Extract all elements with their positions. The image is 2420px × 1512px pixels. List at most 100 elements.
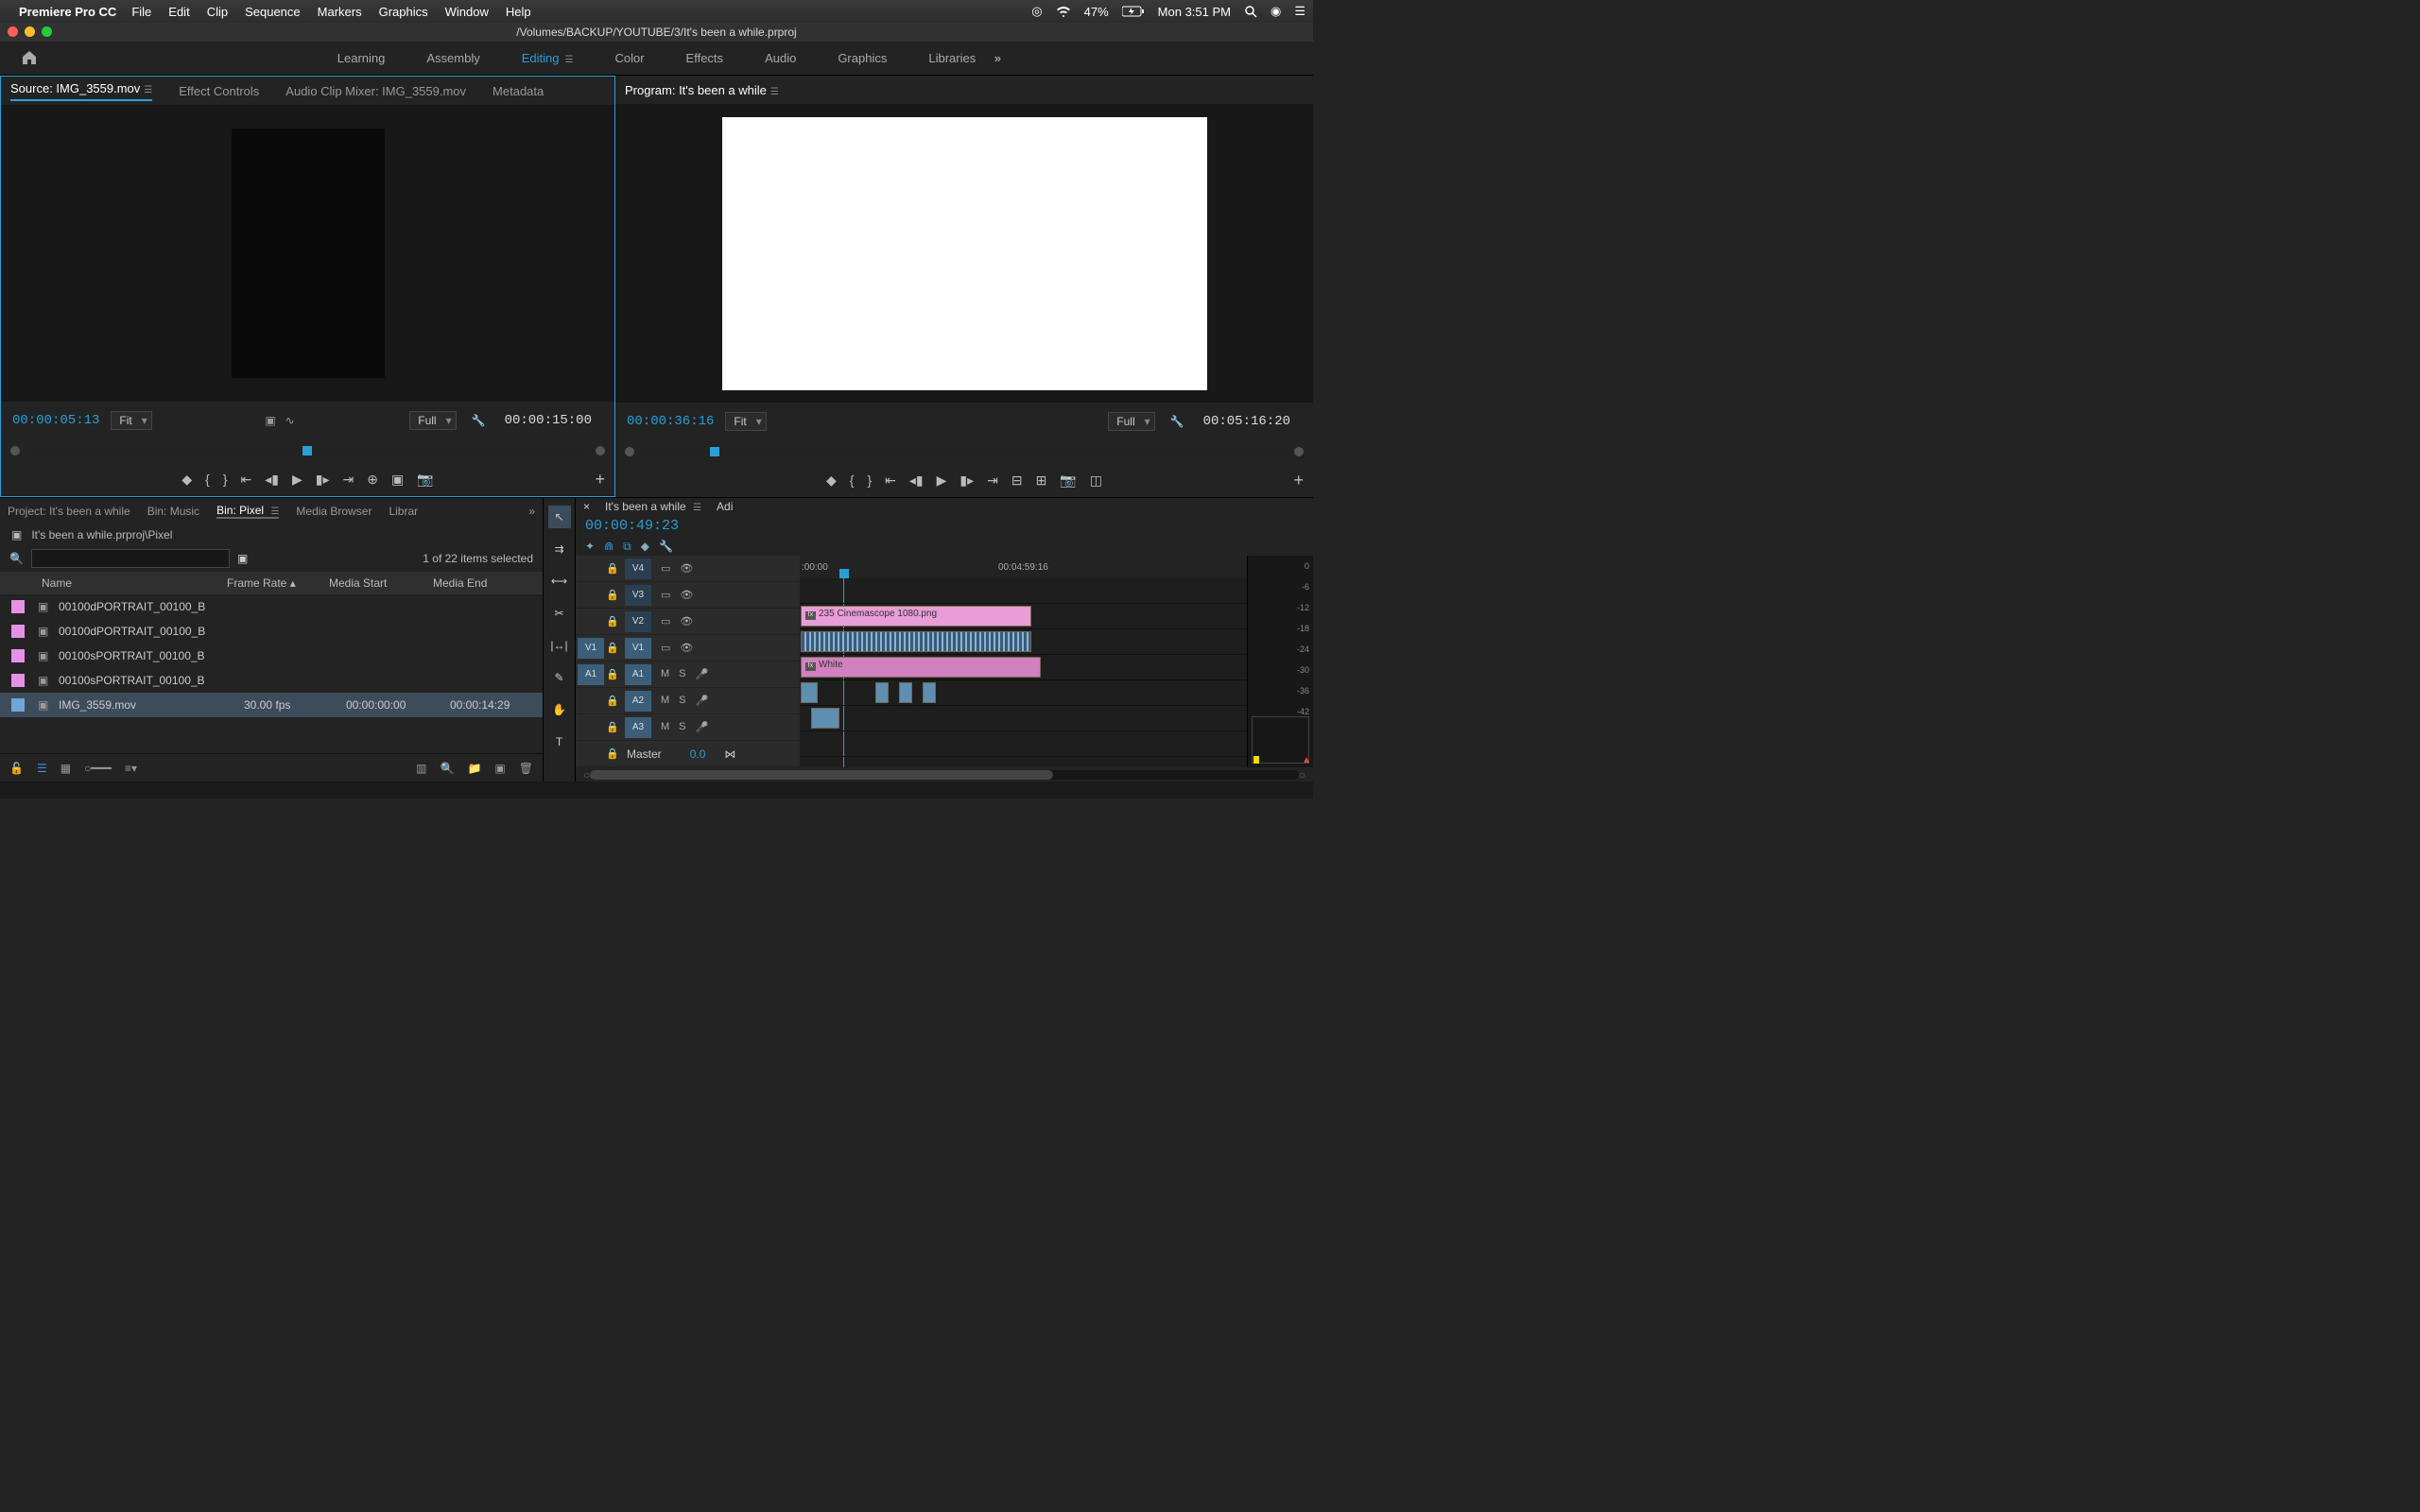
project-row[interactable]: ▣ IMG_3559.mov 30.00 fps 00:00:00:00 00:…	[0, 693, 543, 717]
overwrite-icon[interactable]: ▣	[391, 472, 404, 488]
export-frame-icon[interactable]: 📷	[417, 472, 433, 488]
track-master[interactable]: 🔒Master0.0⋈	[576, 741, 800, 767]
sort-icon[interactable]: ≡▾	[125, 762, 137, 775]
workspace-color[interactable]: Color	[594, 43, 665, 73]
col-mediastart[interactable]: Media Start	[329, 576, 433, 590]
new-bin-icon[interactable]: ▣	[237, 552, 248, 565]
type-tool-icon[interactable]: T	[548, 730, 571, 753]
project-row[interactable]: ▣ 00100sPORTRAIT_00100_B	[0, 644, 543, 668]
menu-edit[interactable]: Edit	[168, 5, 189, 19]
slip-tool-icon[interactable]: |↔|	[548, 634, 571, 657]
workspace-editing[interactable]: Editing☰	[501, 43, 595, 73]
play-icon[interactable]: ▶	[292, 472, 302, 488]
menu-clip[interactable]: Clip	[207, 5, 228, 19]
siri-icon[interactable]: ◉	[1270, 4, 1281, 19]
minimize-window[interactable]	[25, 26, 35, 37]
step-fwd-icon[interactable]: ▮▸	[316, 472, 330, 488]
track-v4[interactable]: 🔒V4▭👁	[576, 556, 800, 582]
clock[interactable]: Mon 3:51 PM	[1158, 5, 1231, 19]
snap-icon[interactable]: ⋒	[604, 540, 614, 554]
clip-a2[interactable]	[811, 708, 839, 729]
menu-help[interactable]: Help	[506, 5, 531, 19]
track-a1[interactable]: A1🔒A1MS🎤	[576, 662, 800, 688]
p-in-icon[interactable]: {	[850, 472, 855, 488]
workspace-overflow[interactable]: »	[994, 51, 1001, 65]
list-view-icon[interactable]: ☰	[37, 762, 47, 775]
scroll-end-right[interactable]: ○	[1299, 768, 1305, 782]
timeline-timecode[interactable]: 00:00:49:23	[585, 518, 679, 534]
source-zoom-dropdown[interactable]: Fit	[111, 411, 151, 430]
menu-file[interactable]: File	[131, 5, 151, 19]
close-window[interactable]	[8, 26, 18, 37]
menu-window[interactable]: Window	[445, 5, 489, 19]
tab-source[interactable]: Source: IMG_3559.mov☰	[10, 81, 152, 101]
project-row[interactable]: ▣ 00100sPORTRAIT_00100_B	[0, 668, 543, 693]
zoom-slider[interactable]: ○━━━	[84, 762, 112, 775]
workspace-menu-icon[interactable]: ☰	[565, 55, 574, 65]
clip-v1[interactable]: fxWhite	[801, 657, 1041, 678]
step-back-icon[interactable]: ◂▮	[265, 472, 279, 488]
drag-video-icon[interactable]: ▣	[265, 414, 275, 427]
track-area[interactable]: :00:00 00:04:59:16 fx235 Cinemascope 108…	[800, 556, 1247, 767]
col-name[interactable]: Name	[11, 576, 227, 590]
auto-seq-icon[interactable]: ▥	[416, 762, 426, 775]
timeline-ruler[interactable]: :00:00 00:04:59:16	[800, 556, 1247, 578]
clip-a1-2[interactable]	[875, 682, 889, 703]
go-in-icon[interactable]: ⇤	[241, 472, 252, 488]
track-v2[interactable]: 🔒V2▭👁	[576, 609, 800, 635]
tab-libraries[interactable]: Librar	[389, 505, 418, 518]
tab-media-browser[interactable]: Media Browser	[296, 505, 372, 518]
tab-project[interactable]: Project: It's been a while	[8, 505, 130, 518]
new-item-icon[interactable]: ▣	[494, 762, 505, 775]
tab-effect-controls[interactable]: Effect Controls	[179, 84, 259, 98]
workspace-graphics[interactable]: Graphics	[817, 43, 908, 73]
program-zoom-dropdown[interactable]: Fit	[725, 412, 766, 431]
nest-icon[interactable]: ✦	[585, 540, 595, 554]
col-mediaend[interactable]: Media End	[433, 576, 509, 590]
track-select-tool-icon[interactable]: ⇉	[548, 538, 571, 560]
sequence-tab[interactable]: It's been a while ☰	[605, 500, 701, 513]
project-overflow-icon[interactable]: »	[528, 505, 535, 518]
bin-up-icon[interactable]: ▣	[11, 528, 22, 541]
icon-view-icon[interactable]: ▦	[60, 762, 71, 775]
p-add-icon[interactable]: +	[1293, 471, 1304, 490]
lock-icon[interactable]: 🔓	[9, 762, 24, 775]
source-settings-icon[interactable]: 🔧	[472, 414, 486, 427]
tab-bin-music[interactable]: Bin: Music	[147, 505, 199, 518]
clip-a1-4[interactable]	[923, 682, 936, 703]
trash-icon[interactable]: 🗑	[519, 762, 533, 775]
razor-tool-icon[interactable]: ✂	[548, 602, 571, 625]
track-a2[interactable]: 🔒A2MS🎤	[576, 688, 800, 714]
tab-metadata[interactable]: Metadata	[493, 84, 544, 98]
drag-audio-icon[interactable]: ∿	[285, 414, 295, 427]
col-framerate[interactable]: Frame Rate ▴	[227, 576, 329, 590]
program-ruler[interactable]	[615, 440, 1313, 463]
zoom-window[interactable]	[42, 26, 52, 37]
home-button[interactable]	[21, 49, 38, 71]
p-compare-icon[interactable]: ◫	[1090, 472, 1102, 489]
p-mark-icon[interactable]: ◆	[826, 472, 837, 489]
close-seq-icon[interactable]: ×	[583, 500, 590, 513]
in-bracket-icon[interactable]: {	[205, 472, 210, 487]
p-stepback-icon[interactable]: ◂▮	[909, 472, 924, 489]
program-timecode-current[interactable]: 00:00:36:16	[627, 414, 714, 429]
search-input[interactable]	[31, 549, 230, 568]
track-v1[interactable]: V1🔒V1▭👁	[576, 635, 800, 662]
p-play-icon[interactable]: ▶	[937, 472, 947, 489]
mark-in-icon[interactable]: ◆	[182, 472, 192, 488]
workspace-effects[interactable]: Effects	[666, 43, 745, 73]
source-monitor[interactable]	[1, 105, 614, 402]
source-res-dropdown[interactable]: Full	[409, 411, 456, 430]
p-snapshot-icon[interactable]: 📷	[1060, 472, 1076, 489]
workspace-assembly[interactable]: Assembly	[406, 43, 500, 73]
go-out-icon[interactable]: ⇥	[343, 472, 354, 488]
project-row[interactable]: ▣ 00100dPORTRAIT_00100_B	[0, 619, 543, 644]
ripple-tool-icon[interactable]: ⟷	[548, 570, 571, 593]
add-button-icon[interactable]: +	[595, 470, 605, 490]
clip-a1-3[interactable]	[899, 682, 912, 703]
p-stepfwd-icon[interactable]: ▮▸	[959, 472, 974, 489]
program-monitor[interactable]	[615, 104, 1313, 403]
menu-graphics[interactable]: Graphics	[379, 5, 428, 19]
tab-audio-mixer[interactable]: Audio Clip Mixer: IMG_3559.mov	[285, 84, 466, 98]
menu-markers[interactable]: Markers	[318, 5, 362, 19]
